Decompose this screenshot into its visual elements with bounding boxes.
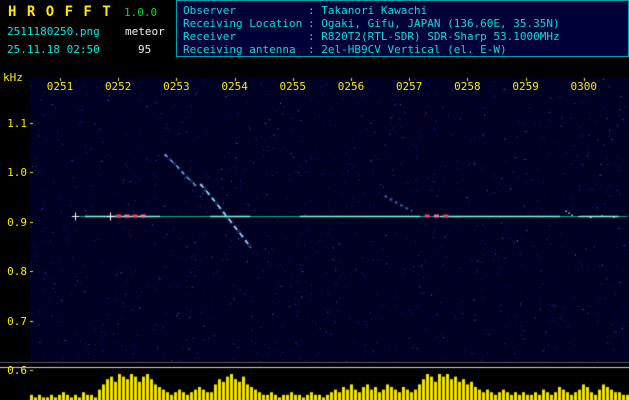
x-axis-tick-label: 0255 <box>279 80 307 93</box>
hrofft-screen: H R O F F T 1.0.0 2511180250.png meteor … <box>0 0 629 400</box>
y-axis-tick-label: 0.8 <box>7 265 27 279</box>
station-info-row: Receiving antenna : 2el-HB9CV Vertical (e… <box>183 43 628 56</box>
station-info-row: Observer : Takanori Kawachi <box>183 4 628 17</box>
y-axis-tick-label: 1.1 <box>7 116 27 130</box>
x-axis-tick-label: 0253 <box>163 80 190 93</box>
spectrogram-canvas <box>0 0 629 400</box>
y-axis-tick-label: 0.6 <box>7 364 27 378</box>
station-info-row: Receiving Location : Ogaki, Gifu, JAPAN (… <box>183 17 628 30</box>
x-axis-tick-label: 0257 <box>395 80 423 93</box>
y-axis-unit-label: kHz <box>3 71 23 84</box>
info-label: Observer <box>183 4 236 17</box>
output-filename: 2511180250.png <box>7 25 100 38</box>
x-axis-tick-label: 0252 <box>104 80 132 93</box>
info-label: Receiving antenna <box>183 43 296 56</box>
x-axis-tick-label: 0256 <box>337 80 365 93</box>
station-info-panel: Observer: Takanori Kawachi Receiving Loca… <box>176 0 629 57</box>
datetime-label: 25.11.18 02:50 <box>7 43 100 56</box>
info-value: : Takanori Kawachi <box>308 4 428 17</box>
x-axis-tick-label: 0259 <box>512 80 539 93</box>
info-label: Receiving Location <box>183 17 303 30</box>
x-axis-tick-label: 0254 <box>221 80 248 93</box>
info-label: Receiver <box>183 30 236 43</box>
y-axis-tick-label: 1.0 <box>7 166 27 180</box>
x-axis-tick-label: 0258 <box>454 80 481 93</box>
y-axis-tick-label: 0.9 <box>7 215 27 229</box>
info-value: : 2el-HB9CV Vertical (el. E-W) <box>308 43 507 56</box>
app-version: 1.0.0 <box>124 6 158 19</box>
mode-label: meteor <box>125 25 165 38</box>
app-title: H R O F F T <box>8 4 112 20</box>
station-info-row: Receiver : R820T2(RTL-SDR) SDR-Sharp 53.1… <box>183 30 628 43</box>
x-axis-tick-label: 0251 <box>46 80 74 93</box>
info-value: : Ogaki, Gifu, JAPAN (136.60E, 35.35N) <box>308 17 560 30</box>
x-axis-tick-label: 0300 <box>570 80 598 93</box>
info-value: : R820T2(RTL-SDR) SDR-Sharp 53.1000MHz <box>308 30 560 43</box>
echo-count: 95 <box>138 43 152 56</box>
y-axis-tick-label: 0.7 <box>7 314 27 328</box>
